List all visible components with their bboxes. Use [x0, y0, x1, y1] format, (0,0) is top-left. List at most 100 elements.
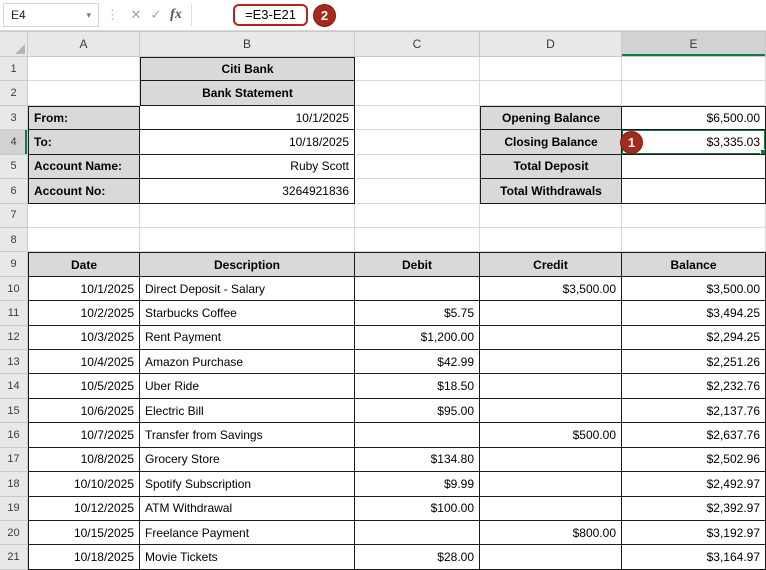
cell-A18[interactable]: 10/10/2025 [28, 472, 140, 497]
row-header-8[interactable]: 8 [0, 227, 28, 253]
cell-B15[interactable]: Electric Bill [140, 398, 355, 424]
enter-icon[interactable]: ✓ [146, 3, 166, 27]
cell-B17[interactable]: Grocery Store [140, 447, 355, 473]
cell-B6[interactable]: 3264921836 [140, 179, 355, 204]
cell-E8[interactable] [622, 227, 766, 253]
cell-C16[interactable] [355, 423, 480, 448]
cell-E20[interactable]: $3,192.97 [622, 521, 766, 546]
cell-C4[interactable] [355, 130, 480, 155]
row-header-17[interactable]: 17 [0, 447, 28, 473]
cell-C21[interactable]: $28.00 [355, 545, 480, 570]
cell-B14[interactable]: Uber Ride [140, 374, 355, 399]
cell-E13[interactable]: $2,251.26 [622, 350, 766, 375]
cell-E19[interactable]: $2,392.97 [622, 496, 766, 522]
cell-A12[interactable]: 10/3/2025 [28, 325, 140, 351]
formula-input[interactable]: =E3-E21 2 [197, 0, 766, 30]
cell-A9[interactable]: Date [28, 252, 140, 277]
cell-B10[interactable]: Direct Deposit - Salary [140, 276, 355, 302]
cell-C8[interactable] [355, 227, 480, 253]
cell-D18[interactable] [480, 472, 622, 497]
row-header-21[interactable]: 21 [0, 545, 28, 570]
cell-C17[interactable]: $134.80 [355, 447, 480, 473]
cell-C12[interactable]: $1,200.00 [355, 325, 480, 351]
cell-B2[interactable]: Bank Statement [140, 81, 355, 106]
cell-C19[interactable]: $100.00 [355, 496, 480, 522]
cell-D20[interactable]: $800.00 [480, 521, 622, 546]
cell-A16[interactable]: 10/7/2025 [28, 423, 140, 448]
cell-D9[interactable]: Credit [480, 252, 622, 277]
column-header-A[interactable]: A [28, 31, 140, 57]
column-header-B[interactable]: B [140, 31, 355, 57]
row-header-10[interactable]: 10 [0, 276, 28, 302]
cell-E12[interactable]: $2,294.25 [622, 325, 766, 351]
cell-C18[interactable]: $9.99 [355, 472, 480, 497]
cell-B9[interactable]: Description [140, 252, 355, 277]
cell-E14[interactable]: $2,232.76 [622, 374, 766, 399]
cell-C2[interactable] [355, 81, 480, 106]
cell-C7[interactable] [355, 203, 480, 228]
cell-E5[interactable] [622, 154, 766, 180]
cell-D13[interactable] [480, 350, 622, 375]
cell-A7[interactable] [28, 203, 140, 228]
cell-D15[interactable] [480, 398, 622, 424]
cell-C9[interactable]: Debit [355, 252, 480, 277]
cell-C20[interactable] [355, 521, 480, 546]
row-header-19[interactable]: 19 [0, 496, 28, 522]
cell-B13[interactable]: Amazon Purchase [140, 350, 355, 375]
cell-E6[interactable] [622, 179, 766, 204]
row-header-12[interactable]: 12 [0, 325, 28, 351]
cell-D21[interactable] [480, 545, 622, 570]
cell-C3[interactable] [355, 105, 480, 131]
cell-B11[interactable]: Starbucks Coffee [140, 301, 355, 326]
row-header-1[interactable]: 1 [0, 57, 28, 82]
cell-B5[interactable]: Ruby Scott [140, 154, 355, 180]
cell-A5[interactable]: Account Name: [28, 154, 140, 180]
cell-B1[interactable]: Citi Bank [140, 57, 355, 82]
cell-E21[interactable]: $3,164.97 [622, 545, 766, 570]
cell-B3[interactable]: 10/1/2025 [140, 105, 355, 131]
cell-D19[interactable] [480, 496, 622, 522]
cell-A13[interactable]: 10/4/2025 [28, 350, 140, 375]
cell-A6[interactable]: Account No: [28, 179, 140, 204]
cell-B21[interactable]: Movie Tickets [140, 545, 355, 570]
cell-E1[interactable] [622, 57, 766, 82]
cell-A15[interactable]: 10/6/2025 [28, 398, 140, 424]
cell-A21[interactable]: 10/18/2025 [28, 545, 140, 570]
cell-A3[interactable]: From: [28, 105, 140, 131]
column-header-E[interactable]: E [622, 31, 766, 57]
cell-C14[interactable]: $18.50 [355, 374, 480, 399]
cell-B18[interactable]: Spotify Subscription [140, 472, 355, 497]
row-header-7[interactable]: 7 [0, 203, 28, 228]
cell-D1[interactable] [480, 57, 622, 82]
cell-D14[interactable] [480, 374, 622, 399]
cell-D2[interactable] [480, 81, 622, 106]
cell-D7[interactable] [480, 203, 622, 228]
row-header-3[interactable]: 3 [0, 105, 28, 131]
insert-function-icon[interactable]: fx [166, 3, 186, 27]
cell-D5[interactable]: Total Deposit [480, 154, 622, 180]
row-header-6[interactable]: 6 [0, 179, 28, 204]
row-header-13[interactable]: 13 [0, 350, 28, 375]
cell-D8[interactable] [480, 227, 622, 253]
cell-E4[interactable]: $3,335.03 [622, 130, 766, 155]
cell-D12[interactable] [480, 325, 622, 351]
cell-B7[interactable] [140, 203, 355, 228]
cell-A1[interactable] [28, 57, 140, 82]
cell-D6[interactable]: Total Withdrawals [480, 179, 622, 204]
name-box[interactable]: E4 ▾ [3, 3, 99, 27]
cell-E2[interactable] [622, 81, 766, 106]
cancel-icon[interactable]: ✕ [126, 3, 146, 27]
column-header-D[interactable]: D [480, 31, 622, 57]
chevron-down-icon[interactable]: ▾ [86, 10, 91, 21]
cell-B16[interactable]: Transfer from Savings [140, 423, 355, 448]
cell-B20[interactable]: Freelance Payment [140, 521, 355, 546]
row-header-15[interactable]: 15 [0, 398, 28, 424]
cell-A17[interactable]: 10/8/2025 [28, 447, 140, 473]
row-header-9[interactable]: 9 [0, 252, 28, 277]
cell-E7[interactable] [622, 203, 766, 228]
cell-C5[interactable] [355, 154, 480, 180]
cell-C10[interactable] [355, 276, 480, 302]
cell-C11[interactable]: $5.75 [355, 301, 480, 326]
cell-E16[interactable]: $2,637.76 [622, 423, 766, 448]
cell-A11[interactable]: 10/2/2025 [28, 301, 140, 326]
